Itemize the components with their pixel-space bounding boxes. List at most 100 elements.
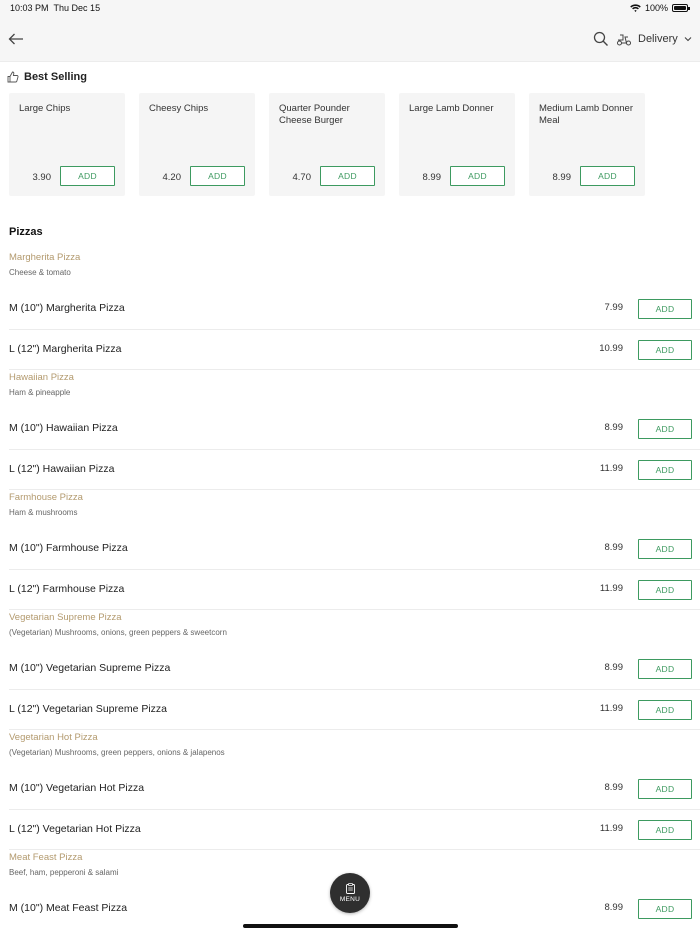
delivery-label: Delivery bbox=[638, 33, 678, 45]
menu-group-header: Vegetarian Supreme Pizza (Vegetarian) Mu… bbox=[0, 610, 700, 649]
category-title: Pizzas bbox=[9, 226, 43, 238]
item-name: L (12") Margherita Pizza bbox=[9, 342, 122, 355]
menu-clipboard-icon bbox=[345, 883, 355, 894]
menu-button-label: MENU bbox=[339, 896, 361, 903]
best-selling-card[interactable]: Large Chips 3.90 ADD bbox=[9, 93, 125, 196]
group-name: Margherita Pizza bbox=[9, 252, 81, 263]
card-price: 4.20 bbox=[162, 172, 182, 183]
group-name: Vegetarian Supreme Pizza bbox=[9, 612, 122, 623]
status-right: 100% bbox=[630, 3, 690, 13]
add-button[interactable]: ADD bbox=[638, 899, 692, 919]
item-price: 11.99 bbox=[599, 582, 623, 594]
card-name: Quarter Pounder Cheese Burger bbox=[279, 103, 350, 126]
search-icon[interactable] bbox=[592, 30, 610, 48]
group-name: Meat Feast Pizza bbox=[9, 852, 83, 863]
add-button[interactable]: ADD bbox=[320, 166, 375, 186]
add-button[interactable]: ADD bbox=[638, 339, 692, 360]
status-time: 10:03 PM Thu Dec 15 bbox=[10, 3, 101, 13]
menu-item-row[interactable]: M (10") Farmhouse Pizza 8.99 ADD bbox=[0, 529, 700, 569]
item-name: M (10") Farmhouse Pizza bbox=[9, 542, 128, 554]
item-name: L (12") Farmhouse Pizza bbox=[9, 582, 125, 595]
back-arrow-icon bbox=[8, 33, 23, 45]
menu-group-header: Hawaiian Pizza Ham & pineapple bbox=[0, 370, 700, 409]
card-price: 8.99 bbox=[422, 172, 442, 183]
wifi-icon bbox=[630, 3, 641, 12]
item-price: 8.99 bbox=[604, 542, 624, 553]
menu-item-row[interactable]: L (12") Farmhouse Pizza 11.99 ADD bbox=[0, 570, 700, 610]
delivery-selector[interactable]: Delivery bbox=[616, 29, 692, 49]
add-button[interactable]: ADD bbox=[638, 779, 692, 799]
menu-item-row[interactable]: M (10") Margherita Pizza 7.99 ADD bbox=[0, 289, 700, 329]
item-price: 10.99 bbox=[599, 342, 623, 354]
group-description: Ham & mushrooms bbox=[9, 508, 78, 517]
menu-item-row[interactable]: L (12") Vegetarian Hot Pizza 11.99 ADD bbox=[0, 810, 700, 850]
item-price: 11.99 bbox=[599, 462, 623, 474]
group-description: Ham & pineapple bbox=[9, 388, 71, 397]
menu-item-row[interactable]: L (12") Margherita Pizza 10.99 ADD bbox=[0, 330, 700, 370]
item-price: 8.99 bbox=[604, 902, 624, 913]
best-selling-title: Best Selling bbox=[24, 71, 87, 83]
group-name: Hawaiian Pizza bbox=[9, 372, 74, 383]
add-button[interactable]: ADD bbox=[450, 166, 505, 186]
item-price: 11.99 bbox=[599, 702, 623, 714]
group-name: Vegetarian Hot Pizza bbox=[9, 732, 98, 743]
group-description: (Vegetarian) Mushrooms, onions, green pe… bbox=[9, 628, 227, 637]
home-indicator[interactable] bbox=[243, 924, 458, 928]
group-name: Farmhouse Pizza bbox=[9, 492, 83, 503]
item-name: L (12") Vegetarian Supreme Pizza bbox=[9, 702, 168, 715]
battery-icon bbox=[672, 4, 690, 12]
best-selling-card[interactable]: Cheesy Chips 4.20 ADD bbox=[139, 93, 255, 196]
best-selling-row: Large Chips 3.90 ADD Cheesy Chips 4.20 A… bbox=[9, 93, 645, 196]
card-name: Large Chips bbox=[19, 103, 71, 114]
add-button[interactable]: ADD bbox=[638, 699, 692, 720]
item-price: 8.99 bbox=[604, 662, 624, 673]
item-name: M (10") Meat Feast Pizza bbox=[9, 902, 128, 914]
card-price: 8.99 bbox=[552, 172, 572, 183]
card-name: Cheesy Chips bbox=[149, 103, 209, 114]
menu-item-row[interactable]: M (10") Vegetarian Hot Pizza 8.99 ADD bbox=[0, 769, 700, 809]
menu-group-header: Vegetarian Hot Pizza (Vegetarian) Mushro… bbox=[0, 730, 700, 769]
add-button[interactable]: ADD bbox=[580, 166, 635, 186]
chevron-down-icon bbox=[684, 37, 692, 42]
item-name: L (12") Hawaiian Pizza bbox=[9, 462, 115, 475]
item-price: 8.99 bbox=[604, 782, 624, 793]
status-bar: 10:03 PM Thu Dec 15 100% bbox=[0, 0, 700, 17]
add-button[interactable]: ADD bbox=[638, 459, 692, 480]
add-button[interactable]: ADD bbox=[638, 299, 692, 319]
add-button[interactable]: ADD bbox=[638, 539, 692, 559]
best-selling-heading: Best Selling bbox=[7, 71, 87, 83]
menu-group-header: Farmhouse Pizza Ham & mushrooms bbox=[0, 490, 700, 529]
menu-item-row[interactable]: M (10") Hawaiian Pizza 8.99 ADD bbox=[0, 409, 700, 449]
group-description: Cheese & tomato bbox=[9, 268, 71, 277]
add-button[interactable]: ADD bbox=[638, 819, 692, 840]
card-price: 4.70 bbox=[292, 172, 312, 183]
battery-percent: 100% bbox=[644, 3, 668, 13]
menu-item-row[interactable]: M (10") Vegetarian Supreme Pizza 8.99 AD… bbox=[0, 649, 700, 689]
menu-item-row[interactable]: L (12") Vegetarian Supreme Pizza 11.99 A… bbox=[0, 690, 700, 730]
card-price: 3.90 bbox=[32, 172, 52, 183]
group-description: (Vegetarian) Mushrooms, green peppers, o… bbox=[9, 748, 225, 757]
card-name: Large Lamb Donner bbox=[409, 103, 494, 114]
item-price: 8.99 bbox=[604, 422, 624, 433]
add-button[interactable]: ADD bbox=[190, 166, 245, 186]
delivery-scooter-icon bbox=[617, 34, 631, 46]
add-button[interactable]: ADD bbox=[60, 166, 115, 186]
item-name: M (10") Vegetarian Supreme Pizza bbox=[9, 662, 171, 674]
best-selling-card[interactable]: Quarter Pounder Cheese Burger 4.70 ADD bbox=[269, 93, 385, 196]
best-selling-card[interactable]: Large Lamb Donner 8.99 ADD bbox=[399, 93, 515, 196]
menu-list: Margherita Pizza Cheese & tomato M (10")… bbox=[0, 250, 700, 929]
thumbs-up-icon bbox=[7, 71, 19, 83]
item-name: M (10") Hawaiian Pizza bbox=[9, 422, 118, 434]
add-button[interactable]: ADD bbox=[638, 419, 692, 439]
menu-item-row[interactable]: L (12") Hawaiian Pizza 11.99 ADD bbox=[0, 450, 700, 490]
item-name: M (10") Vegetarian Hot Pizza bbox=[9, 782, 145, 794]
add-button[interactable]: ADD bbox=[638, 579, 692, 600]
back-button[interactable] bbox=[6, 29, 26, 49]
menu-button[interactable]: MENU bbox=[330, 873, 370, 913]
nav-bar: Delivery bbox=[0, 17, 700, 62]
add-button[interactable]: ADD bbox=[638, 659, 692, 679]
best-selling-card[interactable]: Medium Lamb Donner Meal 8.99 ADD bbox=[529, 93, 645, 196]
item-price: 7.99 bbox=[604, 302, 624, 313]
card-name: Medium Lamb Donner Meal bbox=[539, 103, 633, 126]
item-price: 11.99 bbox=[599, 822, 623, 834]
